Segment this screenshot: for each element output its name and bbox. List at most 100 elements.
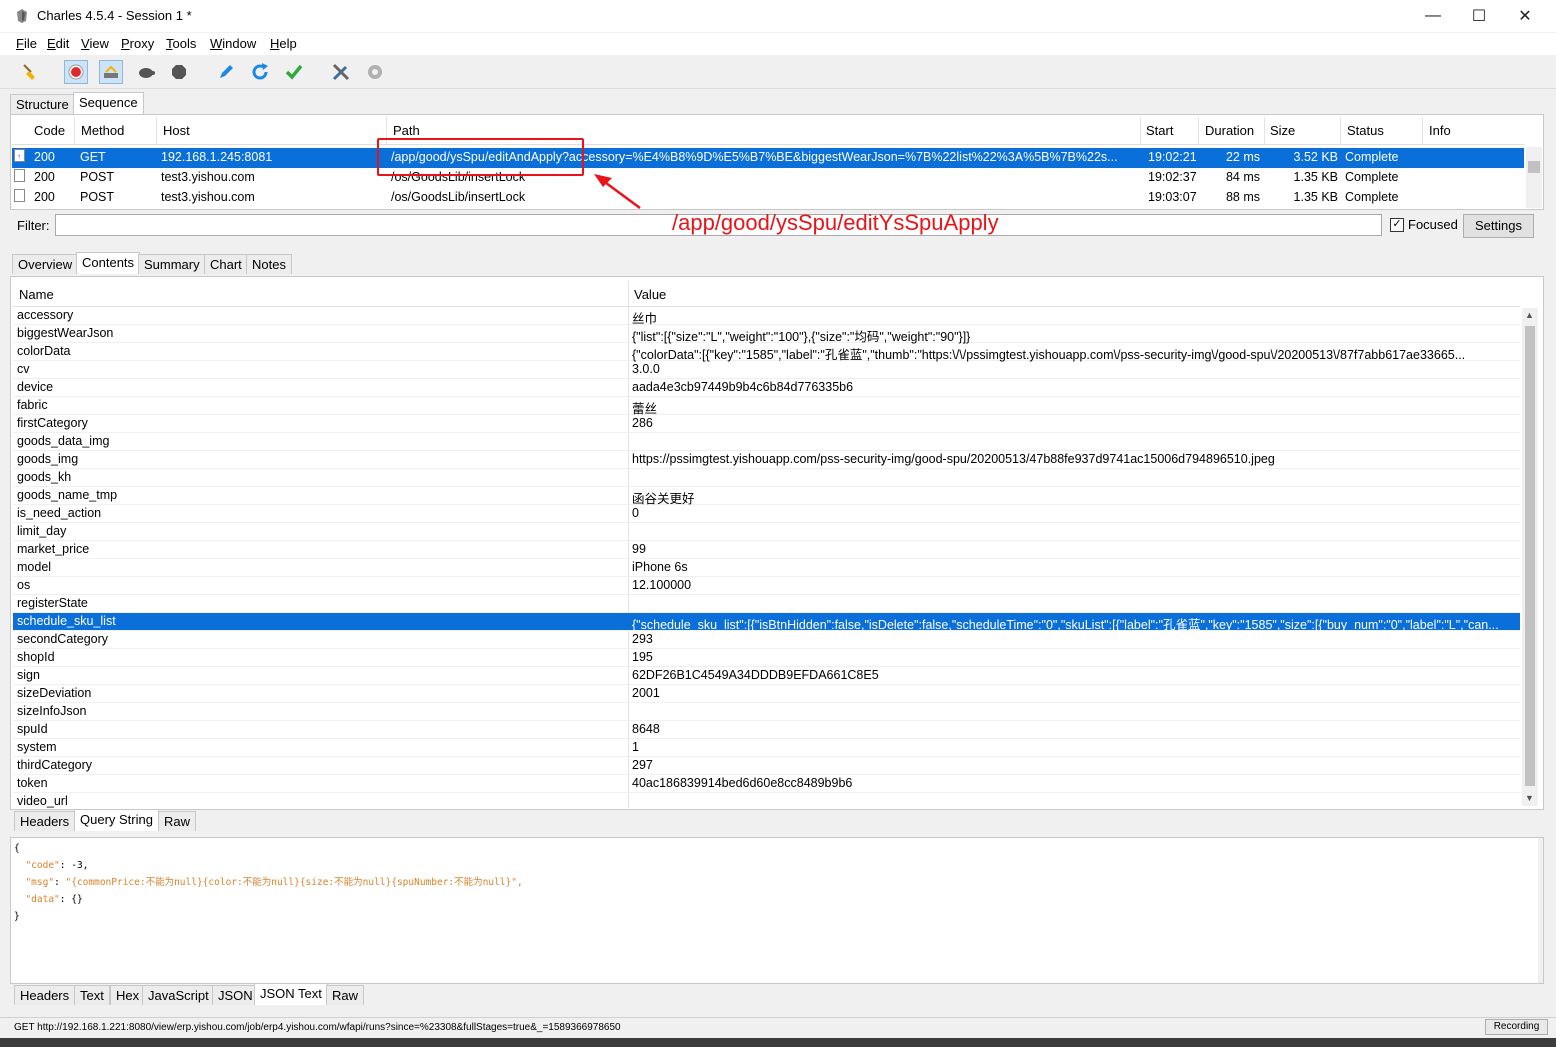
table-row[interactable]: schedule_sku_list {"schedule_sku_list":[{… [13, 613, 1520, 632]
tab-structure[interactable]: Structure [10, 94, 75, 114]
stop-icon[interactable] [167, 60, 191, 84]
table-row[interactable]: fabric 蕾丝 [13, 397, 1520, 416]
col-info[interactable]: Info [1429, 123, 1451, 138]
table-row[interactable]: accessory 丝巾 [13, 307, 1520, 326]
col-divider[interactable] [156, 117, 157, 144]
table-row[interactable]: goods_name_tmp 函谷关更好 [13, 487, 1520, 506]
param-value: 286 [632, 416, 653, 430]
col-divider[interactable] [1140, 117, 1141, 144]
menu-help[interactable]: Help [270, 36, 297, 51]
tab-request-headers[interactable]: Headers [14, 811, 76, 831]
table-row[interactable]: is_need_action 0 [13, 505, 1520, 523]
col-divider[interactable] [1422, 117, 1423, 144]
col-start[interactable]: Start [1146, 123, 1173, 138]
tab-hex[interactable]: Hex [110, 985, 146, 1005]
tab-summary[interactable]: Summary [138, 254, 206, 274]
tab-chart[interactable]: Chart [204, 254, 248, 274]
tab-json-text[interactable]: JSON Text [254, 983, 328, 1005]
col-code[interactable]: Code [34, 123, 65, 138]
checkbox-checked-icon[interactable]: ✓ [1390, 217, 1404, 232]
table-row[interactable]: secondCategory 293 [13, 631, 1520, 649]
scrollbar-thumb[interactable] [1525, 326, 1535, 786]
table-row[interactable]: token 40ac186839914bed6d60e8cc8489b9b6 [13, 775, 1520, 793]
col-path[interactable]: Path [393, 123, 420, 138]
broom-icon[interactable] [18, 60, 42, 84]
table-row[interactable]: spuId 8648 [13, 721, 1520, 739]
tab-contents[interactable]: Contents [76, 252, 141, 274]
scroll-down-icon[interactable]: ▼ [1525, 793, 1534, 803]
menu-file[interactable]: File [16, 36, 37, 51]
table-row[interactable]: goods_data_img [13, 433, 1520, 451]
menu-edit[interactable]: Edit [47, 36, 69, 51]
minimize-button[interactable]: — [1410, 0, 1456, 32]
check-icon[interactable] [282, 60, 306, 84]
scrollbar-thumb[interactable] [1528, 161, 1540, 173]
table-row[interactable]: cv 3.0.0 [13, 361, 1520, 379]
table-row[interactable]: market_price 99 [13, 541, 1520, 559]
table-row[interactable]: shopId 195 [13, 649, 1520, 667]
tab-response-headers[interactable]: Headers [14, 985, 76, 1005]
focused-checkbox[interactable]: ✓ Focused [1390, 217, 1458, 232]
tools-icon[interactable] [329, 60, 353, 84]
response-scrollbar[interactable] [1538, 838, 1543, 983]
throttle-icon[interactable] [99, 60, 123, 84]
close-button[interactable]: ✕ [1502, 0, 1548, 32]
tab-notes[interactable]: Notes [246, 254, 292, 274]
col-divider[interactable] [74, 117, 75, 144]
param-name: cv [17, 362, 30, 376]
table-row[interactable]: colorData {"colorData":[{"key":"1585","la… [13, 343, 1520, 362]
tab-query-string[interactable]: Query String [74, 809, 159, 831]
table-row[interactable]: sizeInfoJson [13, 703, 1520, 721]
table-row[interactable]: 200 POST test3.yishou.com /os/GoodsLib/i… [12, 168, 1524, 188]
table-row[interactable]: goods_img https://pssimgtest.yishouapp.co… [13, 451, 1520, 469]
table-row[interactable]: sign 62DF26B1C4549A34DDDB9EFDA661C8E5 [13, 667, 1520, 685]
tab-overview[interactable]: Overview [12, 254, 79, 274]
maximize-button[interactable]: ☐ [1456, 0, 1502, 32]
table-row[interactable]: thirdCategory 297 [13, 757, 1520, 775]
tab-json[interactable]: JSON [212, 985, 259, 1005]
col-method[interactable]: Method [81, 123, 124, 138]
tab-text[interactable]: Text [74, 985, 110, 1005]
col-value[interactable]: Value [634, 287, 666, 302]
col-duration[interactable]: Duration [1205, 123, 1254, 138]
menu-view[interactable]: View [81, 36, 109, 51]
table-row[interactable]: limit_day [13, 523, 1520, 541]
table-row[interactable]: goods_kh [13, 469, 1520, 487]
col-host[interactable]: Host [163, 123, 190, 138]
table-row[interactable]: sizeDeviation 2001 [13, 685, 1520, 703]
table-row[interactable]: ↑ 200 GET 192.168.1.245:8081 /app/good/y… [12, 148, 1524, 168]
menu-proxy[interactable]: Proxy [121, 36, 154, 51]
col-divider[interactable] [1198, 117, 1199, 144]
menu-tools[interactable]: Tools [166, 36, 196, 51]
col-divider[interactable] [1264, 117, 1265, 144]
settings-button[interactable]: Settings [1463, 214, 1534, 238]
table-row[interactable]: device aada4e3cb97449b9b4c6b84d776335b6 [13, 379, 1520, 397]
table-row[interactable]: registerState [13, 595, 1520, 613]
record-icon[interactable] [64, 60, 88, 84]
table-row[interactable]: os 12.100000 [13, 577, 1520, 595]
col-name[interactable]: Name [19, 287, 54, 302]
tab-response-raw[interactable]: Raw [326, 985, 365, 1005]
table-row[interactable]: video_url [13, 793, 1520, 811]
menu-window[interactable]: Window [210, 36, 256, 51]
refresh-icon[interactable] [248, 60, 272, 84]
table-row[interactable]: biggestWearJson {"list":[{"size":"L","wei… [13, 325, 1520, 344]
table-row[interactable]: system 1 [13, 739, 1520, 757]
gear-icon[interactable] [363, 60, 387, 84]
scroll-up-icon[interactable]: ▲ [1525, 310, 1534, 320]
json-key: "msg" [25, 877, 55, 888]
table-row[interactable]: firstCategory 286 [13, 415, 1520, 433]
sequence-scrollbar[interactable] [1526, 147, 1542, 208]
row-path: /os/GoodsLib/insertLock [391, 190, 526, 204]
col-divider[interactable] [1340, 117, 1341, 144]
tab-sequence[interactable]: Sequence [73, 92, 144, 114]
params-scrollbar[interactable]: ▲ ▼ [1522, 308, 1538, 806]
tab-javascript[interactable]: JavaScript [142, 985, 215, 1005]
turtle-icon[interactable] [134, 60, 158, 84]
col-size[interactable]: Size [1270, 123, 1295, 138]
col-status[interactable]: Status [1347, 123, 1384, 138]
table-row[interactable]: model iPhone 6s [13, 559, 1520, 577]
table-row[interactable]: 200 POST test3.yishou.com /os/GoodsLib/i… [12, 188, 1524, 208]
pen-icon[interactable] [214, 60, 238, 84]
tab-request-raw[interactable]: Raw [158, 811, 197, 831]
